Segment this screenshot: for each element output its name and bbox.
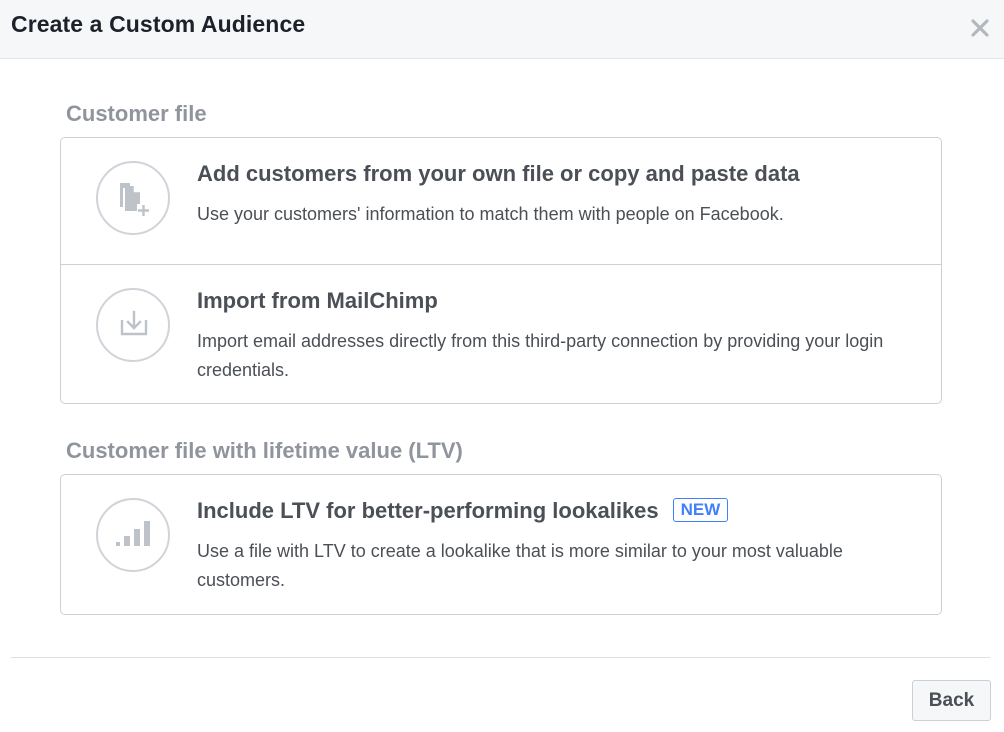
dialog-title: Create a Custom Audience (11, 11, 306, 37)
close-button[interactable] (966, 14, 994, 42)
option-description: Import email addresses directly from thi… (197, 331, 884, 380)
customer-file-ltv-card: Include LTV for better-performing lookal… (60, 474, 942, 615)
bar-chart-icon (96, 498, 170, 572)
option-title: Import from MailChimp (197, 288, 438, 313)
option-title: Include LTV for better-performing lookal… (197, 498, 729, 524)
back-button[interactable]: Back (912, 680, 991, 721)
section-title-customer-file-ltv: Customer file with lifetime value (LTV) (66, 438, 463, 463)
footer-divider (11, 657, 990, 658)
option-title: Add customers from your own file or copy… (197, 161, 800, 186)
dialog-header: Create a Custom Audience (0, 0, 1004, 59)
option-title-text: Include LTV for better-performing lookal… (197, 498, 659, 523)
create-custom-audience-dialog: Create a Custom Audience Customer file A… (0, 0, 1004, 732)
option-description: Use a file with LTV to create a lookalik… (197, 541, 843, 590)
section-title-customer-file: Customer file (66, 101, 207, 126)
option-description: Use your customers' information to match… (197, 204, 784, 224)
file-add-icon (96, 161, 170, 235)
import-icon (96, 288, 170, 362)
customer-file-card: Add customers from your own file or copy… (60, 137, 942, 404)
option-include-ltv[interactable]: Include LTV for better-performing lookal… (61, 475, 941, 614)
option-add-customers-from-file[interactable]: Add customers from your own file or copy… (61, 138, 941, 264)
new-badge: NEW (672, 498, 729, 522)
close-icon (971, 19, 989, 37)
option-import-from-mailchimp[interactable]: Import from MailChimp Import email addre… (61, 264, 941, 403)
